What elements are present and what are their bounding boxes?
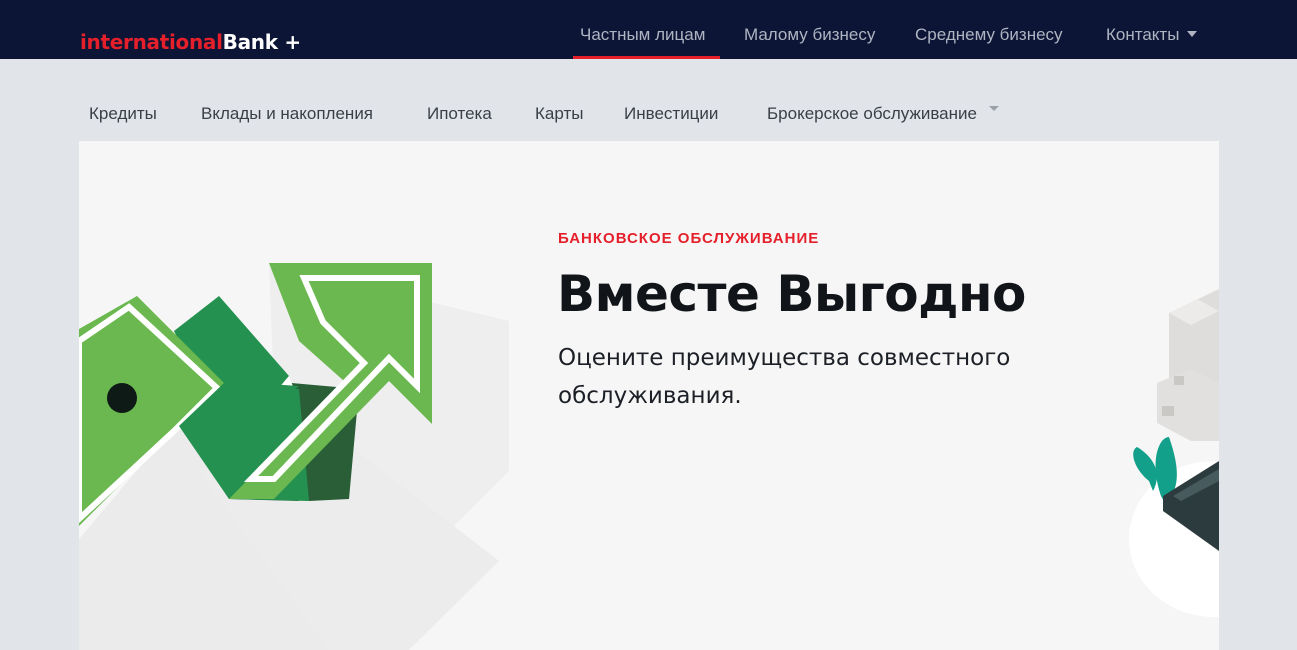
top-bar: internationalBank + Частным лицам Малому… xyxy=(0,0,1297,59)
hero-title: Вместе Выгодно xyxy=(557,265,1026,323)
top-nav-medium-business[interactable]: Среднему бизнесу xyxy=(915,0,1063,59)
sub-nav-deposits[interactable]: Вклады и накопления xyxy=(201,103,373,125)
hero-subtitle: Оцените преимущества совместного обслужи… xyxy=(558,345,1011,409)
brand-logo-part2: Bank + xyxy=(222,30,302,54)
top-nav-contacts[interactable]: Контакты xyxy=(1106,0,1198,59)
dropdown-caret-icon xyxy=(988,106,999,111)
top-nav-small-business[interactable]: Малому бизнесу xyxy=(744,0,875,59)
hero-eyebrow: БАНКОВСКОЕ ОБСЛУЖИВАНИЕ xyxy=(558,230,820,247)
top-nav-private[interactable]: Частным лицам xyxy=(580,0,705,59)
sub-nav-investments[interactable]: Инвестиции xyxy=(624,103,718,125)
sub-nav-credits[interactable]: Кредиты xyxy=(89,103,157,125)
brand-logo[interactable]: internationalBank + xyxy=(80,30,301,54)
dropdown-caret-icon xyxy=(1187,30,1198,37)
sub-nav-brokerage[interactable]: Брокерское обслуживание xyxy=(767,103,999,125)
sub-nav-brokerage-label: Брокерское обслуживание xyxy=(767,104,977,123)
active-tab-underline xyxy=(573,56,720,59)
sub-nav-mortgage[interactable]: Ипотека xyxy=(427,103,492,125)
hero-banner: БАНКОВСКОЕ ОБСЛУЖИВАНИЕ Вместе Выгодно О… xyxy=(79,141,1219,650)
top-nav-contacts-label: Контакты xyxy=(1106,25,1180,44)
sub-nav-cards[interactable]: Карты xyxy=(535,103,583,125)
brand-logo-part1: international xyxy=(80,30,223,54)
